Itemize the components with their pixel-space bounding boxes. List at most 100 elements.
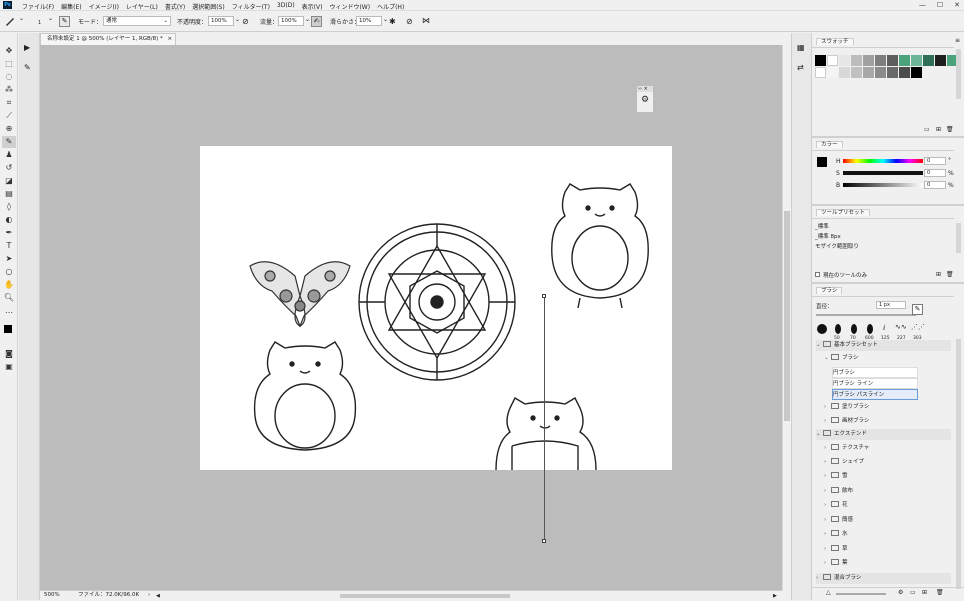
- swatch[interactable]: [851, 55, 862, 66]
- type-tool-icon[interactable]: T: [2, 240, 16, 252]
- scrollbar-thumb[interactable]: [784, 211, 790, 421]
- tab-color[interactable]: カラー: [816, 141, 843, 148]
- lasso-tool-icon[interactable]: ◌: [2, 71, 16, 83]
- smoothing-chevron-icon[interactable]: ⌄: [383, 16, 388, 23]
- menu-3d[interactable]: 3D(D): [277, 2, 295, 11]
- brush-preview-toggle-icon[interactable]: △: [826, 589, 831, 596]
- menu-help[interactable]: ヘルプ(H): [377, 2, 404, 11]
- brushes-scrollbar[interactable]: [956, 339, 961, 589]
- brush-group-water[interactable]: › 水: [824, 529, 959, 540]
- new-brush-group-icon[interactable]: ▭: [910, 589, 916, 596]
- hue-input[interactable]: 0: [924, 157, 946, 165]
- blur-tool-icon[interactable]: ◊: [2, 201, 16, 213]
- foreground-color-chip[interactable]: [817, 157, 827, 167]
- quick-mask-icon[interactable]: ◙: [2, 348, 16, 360]
- smoothing-settings-gear-icon[interactable]: ✱: [389, 16, 400, 27]
- delete-swatch-icon[interactable]: 🗑︎: [946, 126, 954, 133]
- close-button[interactable]: ✕: [954, 1, 960, 9]
- brush-group-fill[interactable]: › 塗りブラシ: [824, 402, 959, 413]
- opacity-input[interactable]: 100%: [208, 16, 234, 26]
- gradient-tool-icon[interactable]: ▤: [2, 188, 16, 200]
- opacity-chevron-icon[interactable]: ⌄: [235, 16, 240, 23]
- brush-preset-chevron-icon[interactable]: ⌄: [48, 15, 53, 22]
- new-brush-icon[interactable]: ✎: [912, 304, 923, 315]
- brush-tip-preview[interactable]: [851, 324, 857, 334]
- swatch[interactable]: [839, 55, 850, 66]
- brush-item[interactable]: 円ブラシ ライン: [832, 378, 918, 389]
- document-canvas[interactable]: [200, 146, 672, 471]
- swatch[interactable]: [851, 67, 862, 78]
- hand-tool-icon[interactable]: ✋: [2, 279, 16, 291]
- menu-type[interactable]: 書式(Y): [165, 2, 185, 11]
- swatch[interactable]: [899, 55, 910, 66]
- brush-item[interactable]: 円ブラシ: [832, 367, 918, 378]
- swatch[interactable]: [875, 67, 886, 78]
- healing-brush-tool-icon[interactable]: ⊕: [2, 123, 16, 135]
- brush-group-shape[interactable]: › シェイプ: [824, 457, 959, 468]
- swatch[interactable]: [827, 67, 838, 78]
- history-brush-tool-icon[interactable]: ↺: [2, 162, 16, 174]
- menu-file[interactable]: ファイル(F): [22, 2, 54, 11]
- brush-group-cloth[interactable]: › 飲布: [824, 486, 959, 497]
- eraser-tool-icon[interactable]: ◪: [2, 175, 16, 187]
- symmetry-butterfly-icon[interactable]: ⋈: [422, 15, 434, 27]
- tab-brushes[interactable]: ブラシ: [816, 287, 843, 294]
- brush-group-sense[interactable]: › 簡感: [824, 515, 959, 526]
- pressure-size-icon[interactable]: ⊘: [406, 16, 417, 27]
- play-action-icon[interactable]: ▶: [24, 43, 30, 52]
- new-swatch-group-icon[interactable]: ▭: [924, 126, 930, 133]
- tool-preset-item[interactable]: _標準 8px: [815, 232, 953, 241]
- brush-group-art[interactable]: › 画材ブラシ: [824, 416, 959, 427]
- horizontal-scrollbar[interactable]: [340, 594, 510, 598]
- swatch[interactable]: [923, 55, 934, 66]
- brush-tool-icon[interactable]: [4, 15, 16, 27]
- dodge-tool-icon[interactable]: ◐: [2, 214, 16, 226]
- swatches-scrollbar[interactable]: [956, 49, 961, 99]
- path-anchor-point[interactable]: [542, 539, 546, 543]
- brush-tip-preview[interactable]: [835, 324, 841, 334]
- swatch[interactable]: [887, 55, 898, 66]
- brush-group-basic[interactable]: ⌄ 基本ブラシセット: [816, 340, 951, 351]
- adjustments-icon[interactable]: ⇄: [797, 63, 804, 72]
- brush-group-leaf[interactable]: › 葉: [824, 558, 959, 569]
- swatch[interactable]: [935, 55, 946, 66]
- swatch[interactable]: [863, 67, 874, 78]
- brush-size-value[interactable]: 1: [38, 20, 41, 26]
- brush-settings-panel-icon[interactable]: ✎: [59, 16, 70, 27]
- saturation-input[interactable]: 0: [924, 169, 946, 177]
- brush-group-extend[interactable]: ⌄ エクステンド: [816, 429, 951, 440]
- hue-slider[interactable]: [843, 159, 923, 163]
- tool-preset-item[interactable]: _標準: [815, 222, 953, 231]
- move-tool-icon[interactable]: ✥: [2, 45, 16, 57]
- pressure-opacity-icon[interactable]: ⊘: [242, 16, 253, 27]
- brush-tip-preview[interactable]: [817, 324, 827, 334]
- brush-group-brush[interactable]: ⌄ ブラシ: [824, 353, 959, 364]
- document-tab[interactable]: 名称未設定 1 @ 500% (レイヤー 1, RGB/8) * ×: [40, 33, 176, 45]
- current-tool-only-checkbox[interactable]: [815, 272, 820, 277]
- path-selection-tool-icon[interactable]: ➤: [2, 253, 16, 265]
- magic-wand-tool-icon[interactable]: ⁂: [2, 84, 16, 96]
- libraries-icon[interactable]: ▦: [797, 43, 805, 52]
- brush-tip-preview[interactable]: [867, 324, 873, 334]
- eyedropper-tool-icon[interactable]: ⟋: [2, 110, 16, 122]
- brush-tip-preview[interactable]: ⅈ: [883, 324, 885, 332]
- swatch[interactable]: [863, 55, 874, 66]
- swatch[interactable]: [899, 67, 910, 78]
- flow-chevron-icon[interactable]: ⌄: [305, 16, 310, 23]
- brush-settings-icon[interactable]: ✎: [24, 63, 31, 72]
- new-preset-icon[interactable]: ⊞: [936, 271, 941, 278]
- swatch[interactable]: [875, 55, 886, 66]
- tab-swatches[interactable]: スウォッチ: [816, 38, 854, 45]
- brush-group-flower[interactable]: › 花: [824, 500, 959, 511]
- brightness-slider[interactable]: [843, 183, 923, 187]
- tool-preset-item[interactable]: モザイク範囲取り: [815, 242, 953, 251]
- zoom-tool-icon[interactable]: 🔍︎: [2, 292, 16, 304]
- brush-group-snow[interactable]: › 雪: [824, 471, 959, 482]
- swatch[interactable]: [911, 55, 922, 66]
- swatch[interactable]: [887, 67, 898, 78]
- brush-tip-preview[interactable]: ∿∿: [895, 323, 907, 331]
- brush-group-texture[interactable]: › テクスチャ: [824, 443, 959, 454]
- maximize-button[interactable]: ☐: [937, 1, 943, 9]
- delete-preset-icon[interactable]: 🗑︎: [946, 271, 954, 278]
- delete-brush-icon[interactable]: 🗑︎: [936, 589, 944, 596]
